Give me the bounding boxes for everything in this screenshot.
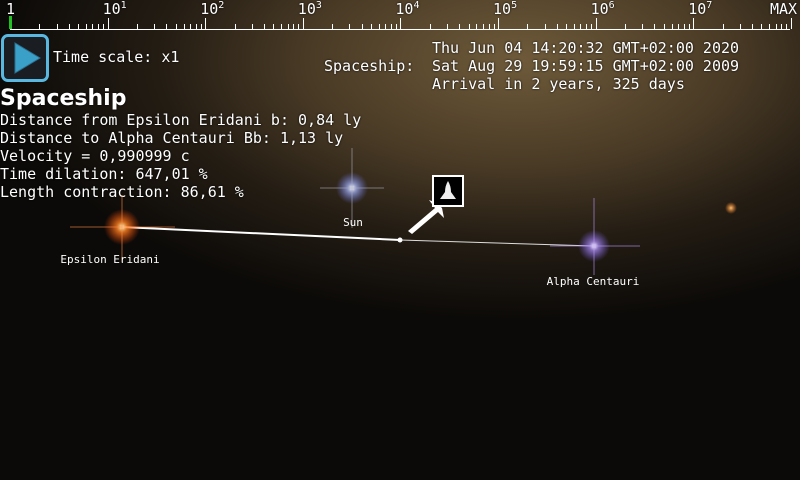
path-remaining (399, 239, 595, 247)
star-map (70, 148, 737, 275)
alpha-centauri-star (550, 198, 640, 275)
sun-label[interactable]: Sun (343, 216, 363, 229)
alpha-centauri-label[interactable]: Alpha Centauri (547, 275, 640, 288)
spaceship-icon (432, 175, 464, 207)
epsilon-eridani-label[interactable]: Epsilon Eridani (60, 253, 159, 266)
spaceship-position (397, 237, 403, 243)
